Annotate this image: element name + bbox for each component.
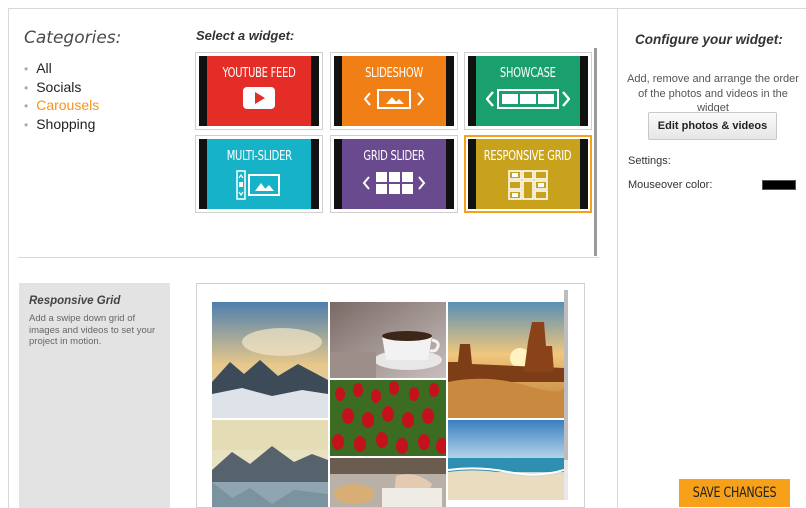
category-list: • All • Socials • Carousels • Shopping [24, 60, 121, 134]
widget-label: YOUTUBE FEED [222, 66, 296, 81]
widget-preview [196, 283, 585, 508]
widget-label: RESPONSIVE GRID [484, 149, 572, 164]
save-changes-button[interactable]: SAVE CHANGES [679, 479, 790, 507]
preview-photo-desert [448, 302, 564, 418]
widget-label: SLIDESHOW [365, 66, 423, 81]
widget-responsive-grid[interactable]: RESPONSIVE GRID [464, 135, 592, 213]
widget-youtube-feed[interactable]: YOUTUBE FEED [195, 52, 323, 130]
preview-photo-beach [448, 420, 564, 500]
configure-title: Configure your widget: [635, 32, 783, 47]
preview-photo-writing [330, 458, 446, 507]
widget-label: MULTI-SLIDER [226, 149, 292, 164]
mouseover-color-swatch[interactable] [762, 180, 796, 190]
widget-label: GRID SLIDER [363, 149, 425, 164]
widget-info-panel: Responsive Grid Add a swipe down grid of… [19, 283, 170, 508]
preview-photo-lake [212, 420, 328, 507]
category-socials[interactable]: • Socials [24, 79, 121, 98]
widget-showcase[interactable]: SHOWCASE [464, 52, 592, 130]
showcase-icon [485, 87, 571, 116]
preview-photo-sky [448, 502, 564, 507]
select-widget-title: Select a widget: [196, 28, 295, 43]
preview-photo-coffee [330, 302, 446, 378]
categories-panel: Categories: • All • Socials • Carousels • Sh… [24, 28, 121, 134]
widget-multi-slider[interactable]: MULTI-SLIDER [195, 135, 323, 213]
configure-description: Add, remove and arrange the order of the… [627, 73, 799, 114]
preview-photo-mountains [212, 302, 328, 418]
category-shopping[interactable]: • Shopping [24, 116, 121, 135]
edit-photos-button[interactable]: Edit photos & videos [648, 112, 777, 140]
responsive-grid-icon [508, 170, 548, 205]
widget-slideshow[interactable]: SLIDESHOW [330, 52, 458, 130]
save-changes-label: SAVE CHANGES [692, 485, 777, 501]
widget-info-title: Responsive Grid [29, 295, 121, 307]
mouseover-color-label: Mouseover color: [628, 179, 713, 191]
widget-label: SHOWCASE [500, 66, 556, 81]
play-icon [243, 87, 275, 114]
grid-slider-icon [362, 170, 426, 201]
multi-slider-icon [236, 170, 282, 205]
categories-title: Categories: [24, 28, 122, 48]
preview-scrollbar-thumb[interactable] [564, 290, 568, 460]
widget-grid-slider[interactable]: GRID SLIDER [330, 135, 458, 213]
vertical-divider [617, 8, 618, 508]
preview-scrollbar[interactable] [564, 290, 568, 500]
preview-photo-tulips [330, 380, 446, 456]
category-carousels[interactable]: • Carousels [24, 97, 121, 116]
widget-scrollbar[interactable] [594, 48, 597, 256]
widget-info-description: Add a swipe down grid of images and vide… [29, 313, 156, 347]
settings-label: Settings: [628, 155, 671, 167]
category-all[interactable]: • All [24, 60, 121, 79]
horizontal-divider [18, 257, 599, 258]
slideshow-icon [363, 87, 425, 116]
